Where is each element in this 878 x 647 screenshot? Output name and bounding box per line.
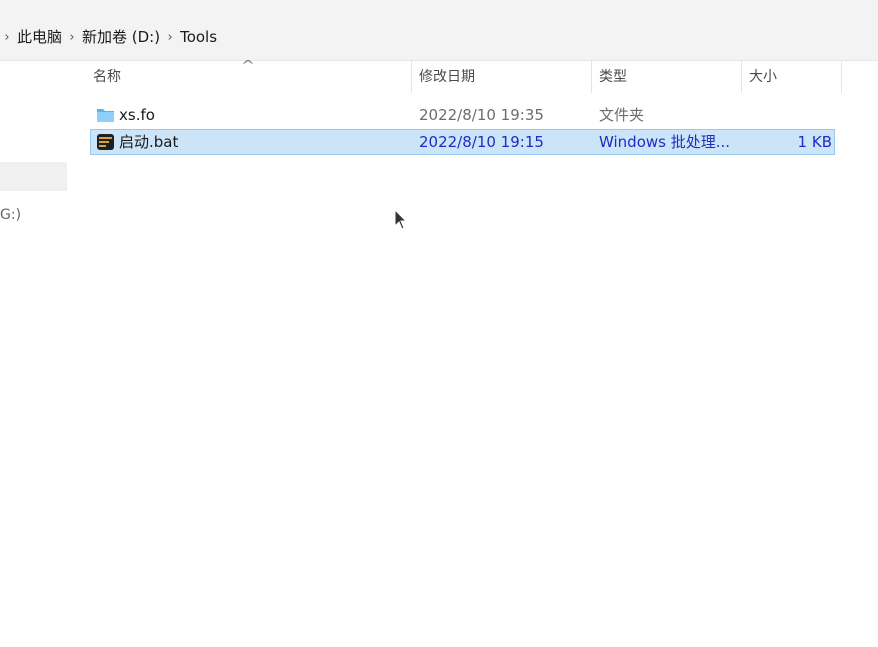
- file-name[interactable]: 启动.bat: [119, 130, 409, 154]
- mouse-cursor-icon: [394, 209, 408, 230]
- batch-file-icon: [97, 134, 114, 150]
- address-bar[interactable]: › 此电脑 › 新加卷 (D:) › Tools: [0, 0, 878, 61]
- nav-item-selected[interactable]: [0, 162, 67, 191]
- folder-icon: [97, 109, 114, 122]
- breadcrumb-separator-icon[interactable]: ›: [65, 30, 79, 45]
- breadcrumb-item-tools[interactable]: Tools: [177, 26, 220, 48]
- file-row[interactable]: xs.fo 2022/8/10 19:35 文件夹: [90, 102, 835, 128]
- file-size: [741, 103, 832, 127]
- breadcrumb-item-this-pc[interactable]: 此电脑: [14, 26, 65, 48]
- breadcrumb: › 此电脑 › 新加卷 (D:) › Tools: [0, 26, 220, 48]
- breadcrumb-item-drive-d[interactable]: 新加卷 (D:): [79, 26, 163, 48]
- navigation-pane: G:): [0, 61, 70, 647]
- file-type: Windows 批处理...: [599, 133, 731, 151]
- file-row-selected[interactable]: 启动.bat 2022/8/10 19:15 Windows 批处理... 1 …: [90, 129, 835, 155]
- file-date: 2022/8/10 19:15: [419, 133, 544, 151]
- column-divider[interactable]: [841, 61, 842, 93]
- file-date: 2022/8/10 19:35: [419, 106, 544, 124]
- file-type: 文件夹: [599, 106, 645, 124]
- file-explorer-window: › 此电脑 › 新加卷 (D:) › Tools G:) 名称 ^ 修改日期 类…: [0, 0, 878, 647]
- column-header-size[interactable]: 大小: [741, 61, 841, 93]
- sort-ascending-icon: ^: [240, 58, 256, 72]
- nav-item-drive-g[interactable]: G:): [0, 207, 21, 223]
- file-name[interactable]: xs.fo: [119, 103, 409, 127]
- column-header-type[interactable]: 类型: [591, 61, 741, 93]
- file-size: 1 KB: [797, 133, 832, 151]
- breadcrumb-separator-icon[interactable]: ›: [0, 30, 14, 45]
- column-header-date[interactable]: 修改日期: [411, 61, 591, 93]
- breadcrumb-separator-icon[interactable]: ›: [163, 30, 177, 45]
